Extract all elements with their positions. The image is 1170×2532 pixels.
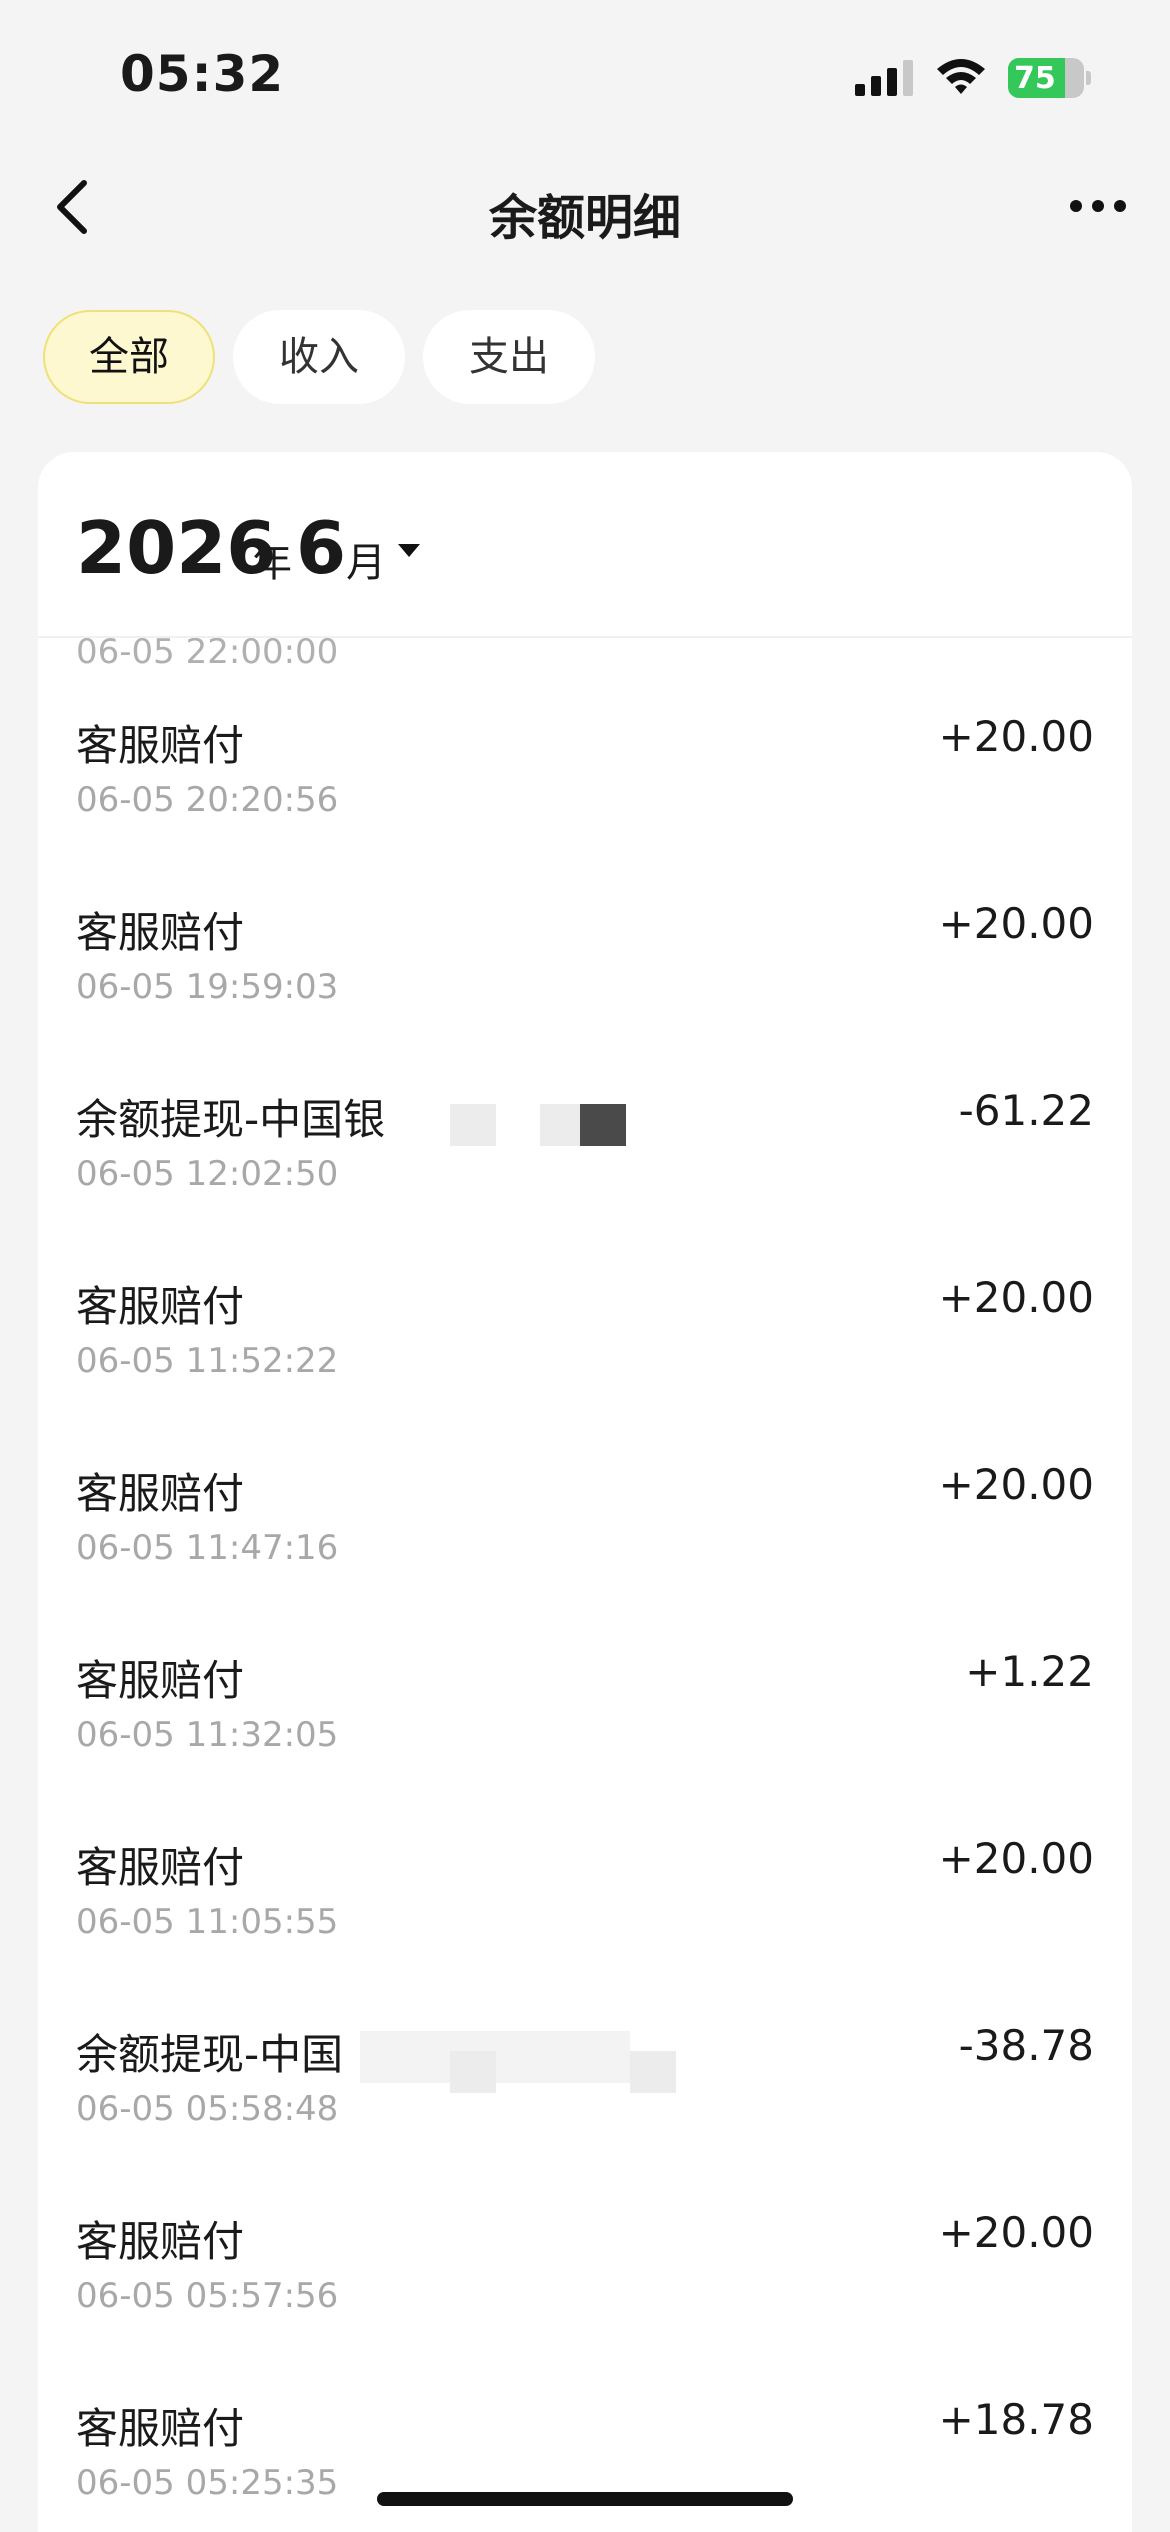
month-picker[interactable]: 2026 年 6 月 [38, 452, 1132, 638]
list-item[interactable]: 客服赔付 06-05 05:57:56 +20.00 [38, 2208, 1132, 2395]
list-item[interactable]: 客服赔付 06-05 11:05:55 +20.00 [38, 1834, 1132, 2021]
ellipsis-icon[interactable] [1068, 194, 1128, 218]
redaction-block [540, 1104, 580, 1146]
list-item[interactable]: 余额提现-中国银 06-05 12:02:50 -61.22 [38, 1086, 1132, 1273]
transaction-title: 客服赔付 [76, 2404, 245, 2453]
transaction-list: 客服赔付 06-05 20:20:56 +20.00 客服赔付 06-05 19… [38, 712, 1132, 2532]
list-item[interactable]: 客服赔付 06-05 11:32:05 +1.22 [38, 1647, 1132, 1834]
caret-down-icon [398, 544, 420, 557]
transaction-title: 客服赔付 [76, 1469, 245, 1518]
month-picker-month: 6 [296, 506, 347, 590]
battery-percent: 75 [1014, 61, 1056, 96]
transaction-title: 客服赔付 [76, 1843, 245, 1892]
transaction-time: 06-05 11:52:22 [76, 1341, 339, 1381]
list-item[interactable]: 客服赔付 06-05 20:20:56 +20.00 [38, 712, 1132, 899]
transaction-amount: +20.00 [938, 899, 1094, 948]
redaction-block [630, 2051, 676, 2093]
transaction-title: 余额提现-中国 [76, 2030, 344, 2079]
status-bar: 05:32 75 [0, 0, 1170, 150]
month-picker-month-unit: 月 [346, 540, 386, 586]
transaction-amount: -38.78 [958, 2021, 1094, 2070]
transaction-time: 06-05 05:25:35 [76, 2463, 339, 2503]
tab-all[interactable]: 全部 [43, 310, 215, 404]
home-indicator[interactable] [377, 2492, 793, 2506]
transaction-time: 06-05 05:57:56 [76, 2276, 339, 2316]
wifi-icon [937, 59, 985, 94]
transaction-time: 06-05 19:59:03 [76, 967, 339, 1007]
transaction-time: 06-05 11:05:55 [76, 1902, 339, 1942]
transaction-time: 06-05 12:02:50 [76, 1154, 339, 1194]
transaction-amount: +20.00 [938, 1273, 1094, 1322]
transaction-amount: +20.00 [938, 2208, 1094, 2257]
transaction-time: 06-05 11:47:16 [76, 1528, 339, 1568]
list-item[interactable]: 客服赔付 06-05 19:59:03 +20.00 [38, 899, 1132, 1086]
transaction-title: 客服赔付 [76, 721, 245, 770]
transaction-time: 06-05 05:58:48 [76, 2089, 339, 2129]
transaction-time: 06-05 20:20:56 [76, 780, 339, 820]
transaction-amount: +20.00 [938, 1834, 1094, 1883]
nav-bar: 余额明细 [0, 150, 1170, 270]
transaction-title: 客服赔付 [76, 1656, 245, 1705]
battery-body: 75 [1008, 58, 1084, 98]
battery-indicator: 75 [1008, 58, 1091, 98]
list-item[interactable]: 客服赔付 06-05 11:47:16 +20.00 [38, 1460, 1132, 1647]
status-time: 05:32 [120, 45, 285, 103]
transaction-amount: +20.00 [938, 712, 1094, 761]
transaction-amount: +18.78 [938, 2395, 1094, 2444]
list-item[interactable]: 余额提现-中国 06-05 05:58:48 -38.78 [38, 2021, 1132, 2208]
tab-income[interactable]: 收入 [233, 310, 405, 404]
transaction-title: 客服赔付 [76, 2217, 245, 2266]
tab-expense[interactable]: 支出 [423, 310, 595, 404]
transaction-card: 2026 年 6 月 06-05 22:00:00 客服赔付 06-05 20:… [38, 452, 1132, 2532]
redaction-block [580, 1104, 626, 1146]
transaction-title: 客服赔付 [76, 908, 245, 957]
month-picker-year-unit: 年 [252, 540, 292, 586]
transaction-title: 客服赔付 [76, 1282, 245, 1331]
transaction-title: 余额提现-中国银 [76, 1095, 386, 1144]
page-title: 余额明细 [488, 190, 681, 246]
cellular-signal-icon [855, 60, 913, 96]
transaction-amount: +20.00 [938, 1460, 1094, 1509]
battery-cap [1086, 71, 1091, 85]
redaction-block [450, 1104, 496, 1146]
redaction-block [450, 2051, 496, 2093]
transaction-time: 06-05 11:32:05 [76, 1715, 339, 1755]
list-item[interactable]: 客服赔付 06-05 05:25:35 +18.78 [38, 2395, 1132, 2532]
month-picker-year: 2026 [76, 506, 277, 590]
transaction-amount: -61.22 [958, 1086, 1094, 1135]
transaction-amount: +1.22 [965, 1647, 1094, 1696]
partial-row-time: 06-05 22:00:00 [76, 632, 339, 672]
list-item[interactable]: 客服赔付 06-05 11:52:22 +20.00 [38, 1273, 1132, 1460]
filter-tabs: 全部 收入 支出 [43, 310, 595, 404]
